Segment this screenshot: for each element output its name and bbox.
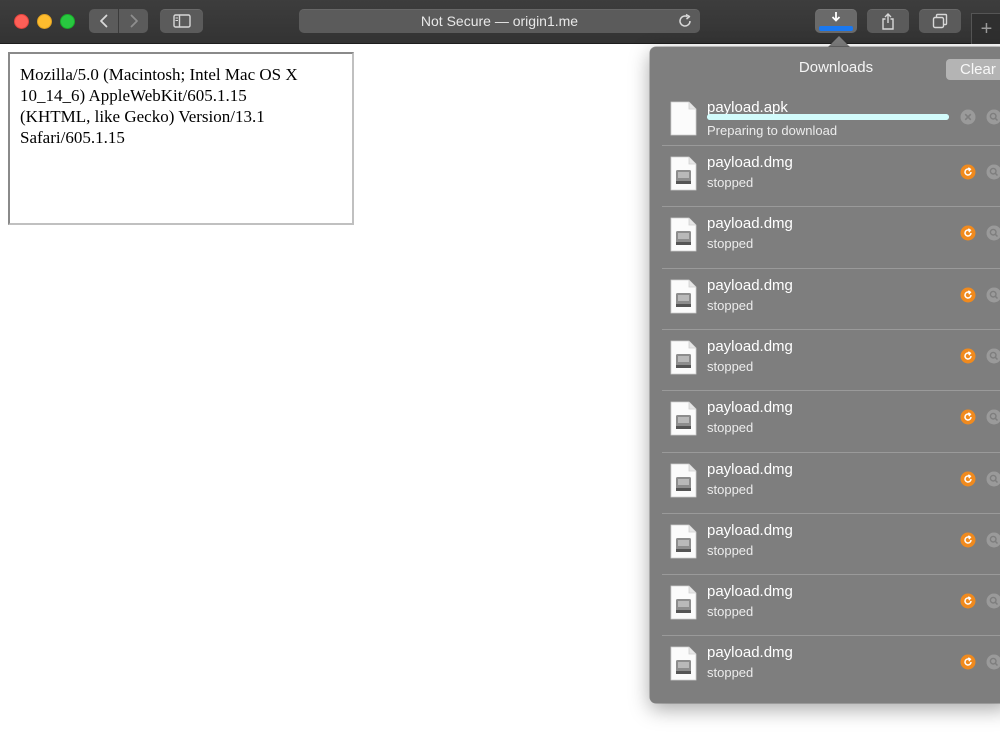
disk-image-icon — [670, 401, 697, 436]
magnifier-icon[interactable] — [986, 471, 1000, 487]
close-circle-icon[interactable] — [960, 109, 976, 125]
resume-icon[interactable] — [960, 593, 976, 609]
magnifier-icon[interactable] — [986, 109, 1000, 125]
download-filename: payload.dmg — [707, 521, 793, 539]
magnifier-icon[interactable] — [986, 532, 1000, 548]
disk-image-icon — [670, 340, 697, 375]
download-status: stopped — [707, 420, 754, 436]
download-progress-fill — [707, 114, 949, 120]
resume-icon[interactable] — [960, 164, 976, 180]
download-item[interactable]: payload.dmg stopped — [662, 328, 1000, 391]
downloads-button[interactable] — [815, 9, 857, 33]
download-item[interactable]: payload.dmg stopped — [662, 512, 1000, 575]
download-item-active[interactable]: payload.apk Preparing to download — [662, 91, 1000, 152]
share-button[interactable] — [867, 9, 909, 33]
resume-icon[interactable] — [960, 532, 976, 548]
tab-overview-button[interactable] — [919, 9, 961, 33]
download-filename: payload.dmg — [707, 276, 793, 294]
magnifier-icon[interactable] — [986, 409, 1000, 425]
new-tab-button[interactable]: + — [971, 13, 1000, 44]
maximize-window-button[interactable] — [60, 14, 75, 29]
downloads-progress-bar — [819, 26, 853, 31]
magnifier-icon[interactable] — [986, 348, 1000, 364]
download-status: Preparing to download — [707, 123, 838, 138]
resume-icon[interactable] — [960, 409, 976, 425]
download-filename: payload.dmg — [707, 644, 793, 662]
resume-icon[interactable] — [960, 471, 976, 487]
download-status: stopped — [707, 175, 754, 190]
tab-overview-icon — [932, 13, 948, 29]
download-status: stopped — [707, 542, 754, 558]
download-status: stopped — [707, 481, 754, 497]
download-item[interactable]: payload.dmg stopped — [662, 267, 1000, 330]
sidebar-button[interactable] — [160, 9, 203, 33]
forward-button[interactable] — [118, 9, 148, 33]
minimize-window-button[interactable] — [37, 14, 52, 29]
address-text: Not Secure — origin1.me — [420, 13, 579, 29]
download-status: stopped — [707, 297, 754, 313]
download-filename: payload.dmg — [707, 460, 793, 478]
download-status: stopped — [707, 236, 754, 252]
magnifier-icon[interactable] — [986, 287, 1000, 303]
share-icon — [882, 12, 894, 30]
download-filename: payload.dmg — [707, 399, 793, 417]
chevron-right-icon — [130, 14, 138, 28]
resume-icon[interactable] — [960, 348, 976, 364]
user-agent-textarea[interactable]: Mozilla/5.0 (Macintosh; Intel Mac OS X 1… — [8, 52, 354, 225]
download-item[interactable]: payload.dmg stopped — [662, 635, 1000, 697]
download-arrow-icon — [831, 12, 841, 22]
disk-image-icon — [670, 463, 697, 497]
download-status: stopped — [707, 665, 754, 681]
download-item[interactable]: payload.dmg stopped — [662, 206, 1000, 268]
resume-icon[interactable] — [960, 654, 976, 670]
download-item[interactable]: payload.dmg stopped — [662, 390, 1000, 452]
magnifier-icon[interactable] — [986, 654, 1000, 670]
address-bar[interactable]: Not Secure — origin1.me — [299, 9, 700, 33]
downloads-popover: Downloads Clear payload.apk Preparing to… — [650, 47, 1000, 703]
resume-icon[interactable] — [960, 225, 976, 241]
disk-image-icon — [670, 217, 697, 252]
clear-downloads-button[interactable]: Clear — [946, 59, 1000, 80]
resume-icon[interactable] — [960, 287, 976, 303]
magnifier-icon[interactable] — [986, 593, 1000, 609]
close-window-button[interactable] — [14, 14, 29, 29]
download-status: stopped — [707, 604, 754, 620]
download-item[interactable]: payload.dmg stopped — [662, 574, 1000, 636]
magnifier-icon[interactable] — [986, 225, 1000, 241]
download-filename: payload.dmg — [707, 337, 793, 355]
back-button[interactable] — [89, 9, 118, 33]
reload-icon[interactable] — [677, 13, 693, 29]
chevron-left-icon — [99, 14, 107, 28]
download-item[interactable]: payload.dmg stopped — [662, 451, 1000, 514]
magnifier-icon[interactable] — [986, 164, 1000, 180]
sidebar-icon — [172, 14, 191, 28]
download-filename: payload.dmg — [707, 154, 793, 171]
disk-image-icon — [670, 279, 697, 313]
disk-image-icon — [670, 156, 697, 191]
download-item[interactable]: payload.dmg stopped — [662, 145, 1000, 207]
disk-image-icon — [670, 585, 697, 620]
download-status: stopped — [707, 358, 754, 374]
blank-document-icon — [670, 101, 697, 136]
download-filename: payload.dmg — [707, 215, 793, 233]
navigation-buttons — [89, 9, 148, 33]
download-filename: payload.dmg — [707, 583, 793, 601]
disk-image-icon — [670, 524, 697, 559]
disk-image-icon — [670, 646, 697, 681]
download-progress-bar — [707, 114, 949, 120]
